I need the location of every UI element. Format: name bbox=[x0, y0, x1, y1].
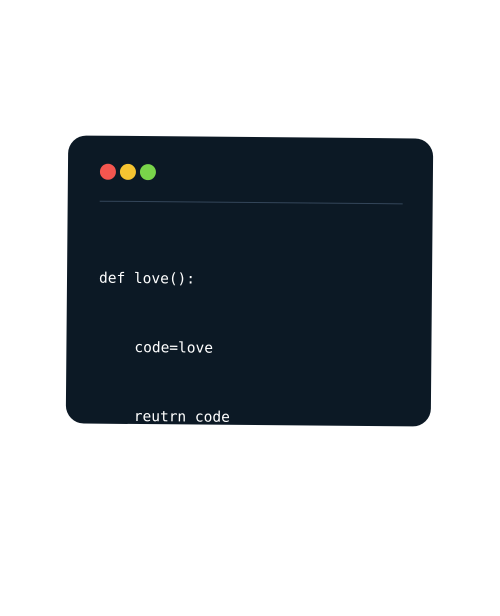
title-divider bbox=[99, 200, 403, 205]
code-line: reutrn code bbox=[133, 408, 230, 426]
maximize-dot-icon[interactable] bbox=[139, 164, 157, 181]
code-line: def love(): bbox=[98, 270, 196, 288]
code-window: def love(): code=love reutrn code x=love… bbox=[65, 135, 434, 564]
code-line: x=love() bbox=[97, 477, 168, 495]
window-controls bbox=[99, 163, 157, 181]
code-block: def love(): code=love reutrn code x=love… bbox=[96, 222, 239, 614]
minimize-dot-icon[interactable] bbox=[119, 163, 137, 181]
close-dot-icon[interactable] bbox=[99, 163, 117, 180]
code-line: code=love bbox=[134, 339, 214, 357]
code-line: print(“I <3”, x) bbox=[96, 546, 237, 564]
